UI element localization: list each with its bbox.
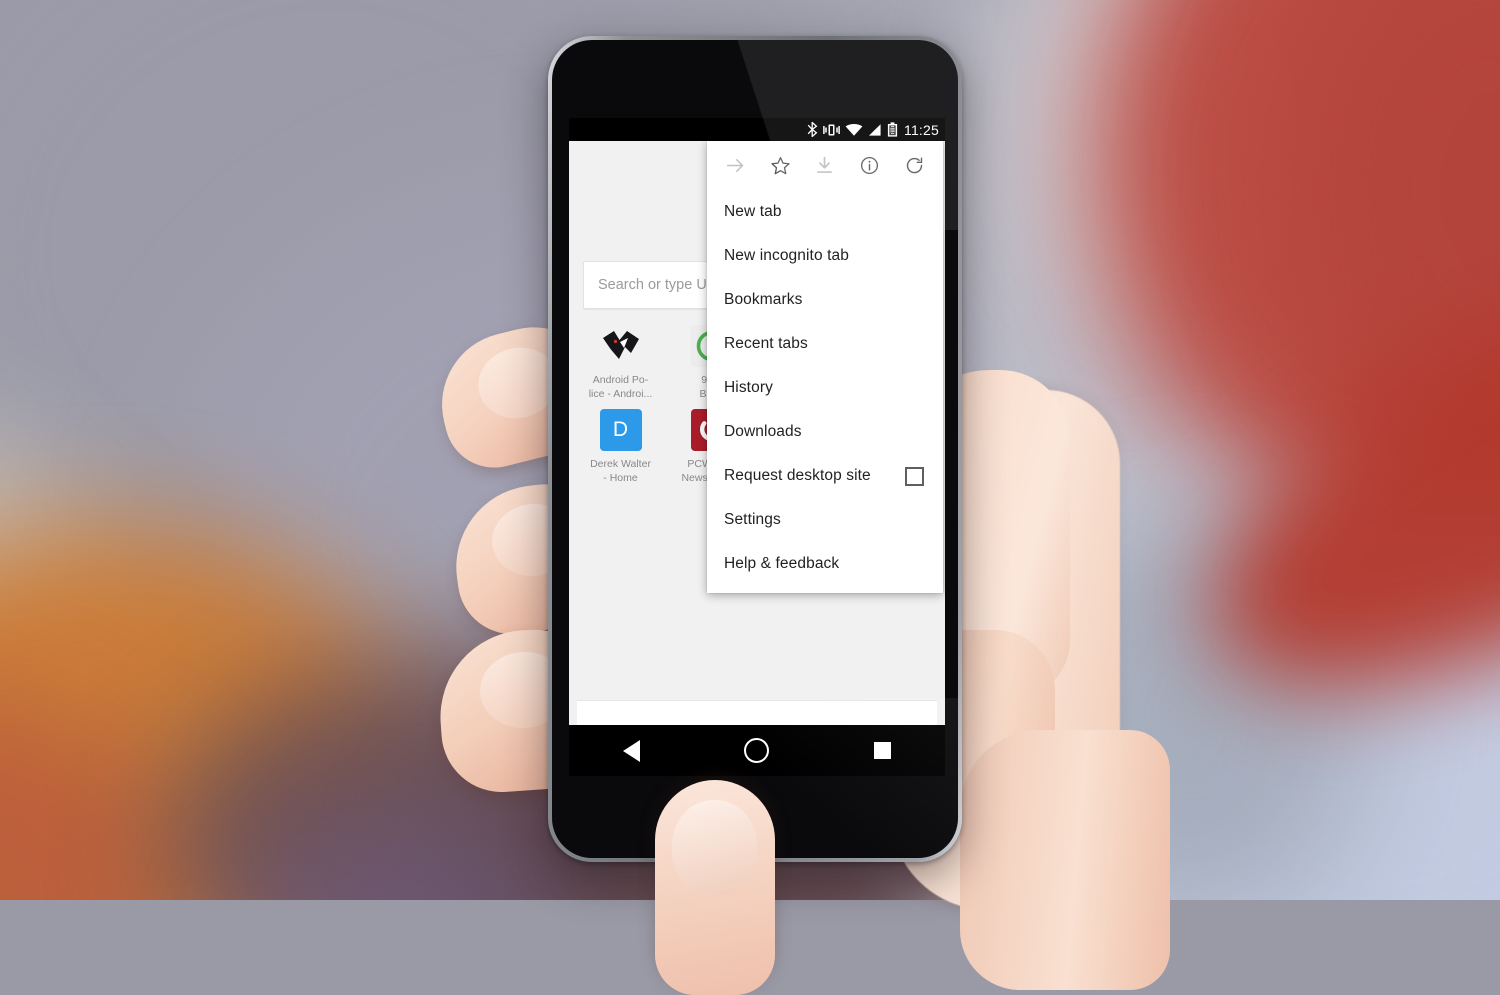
menu-item-label: Request desktop site xyxy=(724,467,871,484)
nav-back-button[interactable] xyxy=(602,731,662,771)
omnibox-placeholder: Search or type UR xyxy=(598,277,718,293)
menu-item-label: History xyxy=(724,379,773,396)
info-icon[interactable] xyxy=(853,149,887,183)
download-icon[interactable] xyxy=(808,149,842,183)
menu-item-label: Recent tabs xyxy=(724,335,808,352)
status-bar: 11:25 xyxy=(569,118,945,141)
menu-item-label: Help & feedback xyxy=(724,555,840,572)
wifi-icon xyxy=(845,123,863,136)
tile-derek-walter[interactable]: D Derek Walter - Home xyxy=(575,409,666,485)
battery-icon xyxy=(887,122,898,137)
tile-letter-icon: D xyxy=(599,409,642,451)
status-bar-clock: 11:25 xyxy=(904,121,939,138)
tile-android-police[interactable]: Android Po- lice - Androi... xyxy=(575,325,666,401)
menu-item-settings[interactable]: Settings xyxy=(707,498,943,542)
menu-item-label: Downloads xyxy=(724,423,802,440)
menu-item-label: New tab xyxy=(724,203,782,220)
reload-icon[interactable] xyxy=(898,149,932,183)
screen-glass-reflection-bottom xyxy=(758,698,958,858)
menu-item-recent-tabs[interactable]: Recent tabs xyxy=(707,322,943,366)
browser-overflow-menu: New tab New incognito tab Bookmarks Rece… xyxy=(707,141,943,593)
request-desktop-site-checkbox[interactable] xyxy=(905,466,924,486)
phone-body: 11:25 Search or type UR Android Po- lice… xyxy=(552,40,958,858)
star-icon[interactable] xyxy=(763,149,797,183)
menu-item-downloads[interactable]: Downloads xyxy=(707,410,943,454)
menu-item-history[interactable]: History xyxy=(707,366,943,410)
cellular-signal-icon xyxy=(869,123,881,136)
menu-item-new-tab[interactable]: New tab xyxy=(707,190,943,234)
tile-letter: D xyxy=(612,418,629,441)
menu-item-bookmarks[interactable]: Bookmarks xyxy=(707,278,943,322)
android-police-logo-icon xyxy=(600,325,642,367)
back-triangle-icon xyxy=(623,739,641,762)
tile-label: Android Po- lice - Androi... xyxy=(588,374,653,400)
phone-screen: 11:25 Search or type UR Android Po- lice… xyxy=(569,118,945,776)
menu-item-label: Bookmarks xyxy=(724,291,803,308)
menu-item-label: Settings xyxy=(724,511,781,528)
menu-item-help-and-feedback[interactable]: Help & feedback xyxy=(707,542,943,586)
menu-item-request-desktop-site[interactable]: Request desktop site xyxy=(707,454,943,498)
forward-icon[interactable] xyxy=(718,149,752,183)
menu-item-label: New incognito tab xyxy=(724,247,849,264)
smartphone-device: 11:25 Search or type UR Android Po- lice… xyxy=(548,36,962,862)
menu-toolbar xyxy=(707,141,943,190)
tile-label: Derek Walter - Home xyxy=(590,458,651,484)
menu-item-new-incognito-tab[interactable]: New incognito tab xyxy=(707,234,943,278)
wrist xyxy=(960,730,1170,990)
bluetooth-icon xyxy=(807,122,818,137)
vibrate-icon xyxy=(823,124,840,135)
